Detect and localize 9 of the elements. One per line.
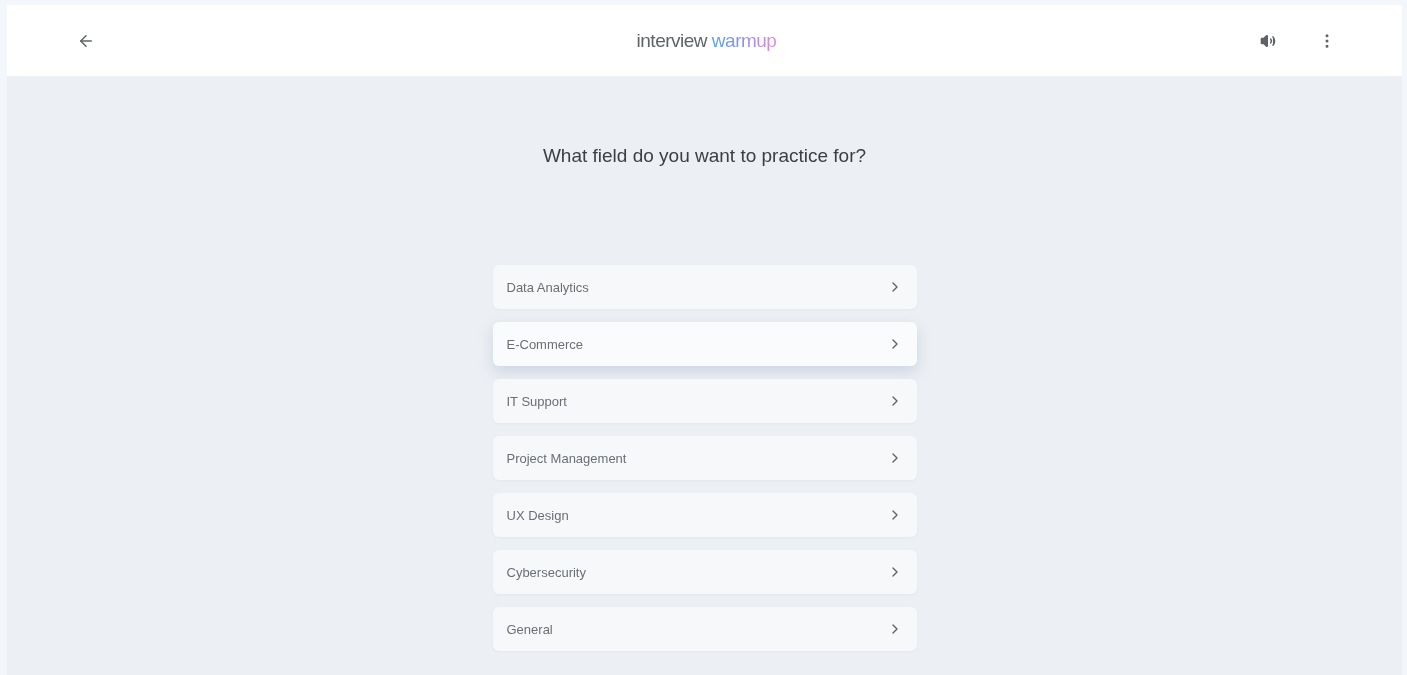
field-option[interactable]: General	[492, 607, 917, 651]
app-logo: interview warmup	[636, 29, 777, 52]
field-option[interactable]: Cybersecurity	[492, 550, 917, 594]
question-heading: What field do you want to practice for?	[542, 145, 867, 167]
field-option[interactable]: IT Support	[492, 379, 917, 423]
field-option[interactable]: Project Management	[492, 436, 917, 480]
field-option[interactable]: Data Analytics	[492, 265, 917, 309]
field-option[interactable]: E-Commerce	[492, 322, 917, 366]
field-option[interactable]: UX Design	[492, 493, 917, 537]
